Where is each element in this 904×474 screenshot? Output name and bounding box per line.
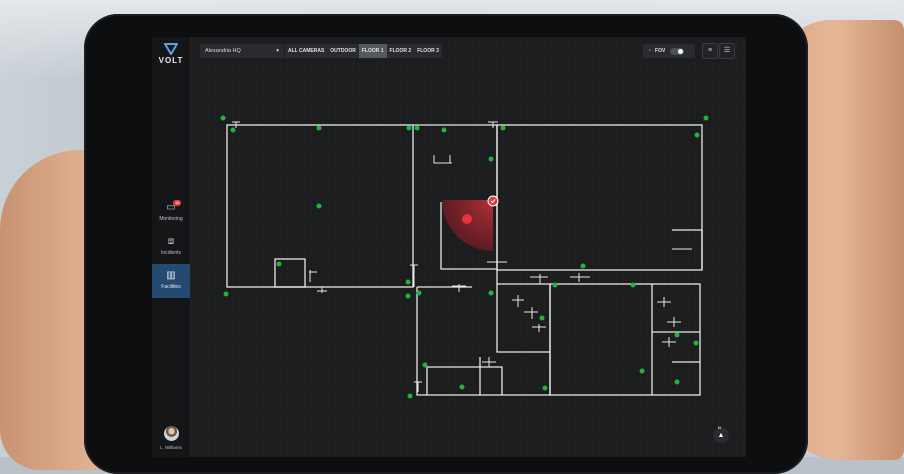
volt-logo: VOLT: [158, 43, 184, 65]
tab-floor-2[interactable]: FLOOR 2: [387, 44, 415, 58]
fov-toggle-group: ◔ FOV: [643, 44, 695, 58]
logo-icon: [164, 43, 178, 55]
briefcase-icon: ⧈: [167, 236, 175, 247]
sidebar-item-label: Facilities: [161, 284, 181, 290]
compass-north-label: N: [718, 425, 721, 430]
wifi-icon: ◔: [648, 48, 652, 54]
alert-dot: [462, 214, 472, 224]
brand-name: VOLT: [158, 56, 184, 65]
location-select[interactable]: Alexandria HQ ▾: [200, 44, 285, 58]
tab-floor-3[interactable]: FLOOR 3: [414, 44, 442, 58]
user-name: L. Williams: [160, 445, 182, 450]
caret-down-icon: ▾: [276, 48, 279, 54]
alert-camera-icon: [487, 195, 499, 207]
fov-label: FOV: [655, 48, 666, 54]
sidebar-item-incidents[interactable]: ⧈ Incidents: [152, 236, 190, 257]
sidebar: VOLT ▭ 16 Monitoring ⧈ Incidents ▥ Facil…: [152, 37, 191, 457]
avatar[interactable]: [164, 426, 179, 441]
room-east: [496, 124, 703, 271]
filter-button[interactable]: ≡: [702, 43, 718, 59]
sidebar-item-facilities[interactable]: ▥ Facilities: [152, 264, 190, 298]
toolbar: Alexandria HQ ▾ ALL CAMERAS OUTDOOR FLOO…: [200, 44, 442, 58]
tab-outdoor[interactable]: OUTDOOR: [327, 44, 359, 58]
compass-button[interactable]: N ▲: [713, 425, 729, 443]
tab-all-cameras[interactable]: ALL CAMERAS: [285, 44, 327, 58]
location-label: Alexandria HQ: [205, 48, 241, 54]
menu-button[interactable]: ☰: [719, 43, 735, 59]
fov-toggle[interactable]: [670, 47, 685, 55]
list-icon: ☰: [723, 47, 731, 54]
sidebar-item-label: Monitoring: [159, 216, 183, 222]
app-screen: VOLT ▭ 16 Monitoring ⧈ Incidents ▥ Facil…: [152, 37, 746, 457]
filter-icon: ≡: [707, 47, 713, 54]
floor-plan: [220, 115, 709, 399]
building-icon: ▥: [166, 270, 176, 281]
camera-markers: [220, 115, 709, 399]
camera-fov-cone: [442, 200, 493, 251]
monitor-icon: ▭: [166, 202, 176, 213]
sidebar-item-monitoring[interactable]: ▭ 16 Monitoring: [152, 200, 190, 222]
tab-floor-1[interactable]: FLOOR 1: [358, 44, 387, 58]
sidebar-item-label: Incidents: [160, 250, 181, 256]
